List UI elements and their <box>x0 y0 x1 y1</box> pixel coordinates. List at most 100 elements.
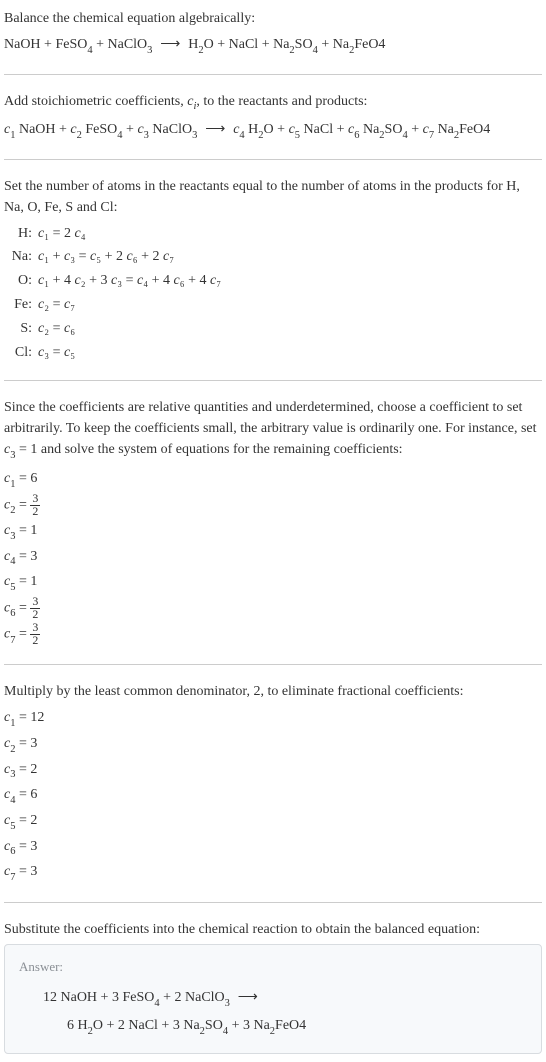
atom-equation-row: S:c₂ = c₆ <box>4 317 542 341</box>
eq2-naclo: NaClO <box>149 122 192 137</box>
coefficient-row: c3 = 2 <box>4 758 542 784</box>
eq2-c5: c <box>289 122 295 137</box>
divider <box>4 74 542 75</box>
eq2-feso4: 4 <box>117 130 122 141</box>
coefficients-2: c1 = 12c2 = 3c3 = 2c4 = 6c5 = 2c6 = 3c7 … <box>4 706 542 885</box>
ans2-sub1: 2 <box>88 1026 93 1037</box>
eq2-plus1: + <box>123 122 138 137</box>
atom-equation-row: Cl:c₃ = c₅ <box>4 341 542 365</box>
eq1-p6: + Na <box>318 37 349 52</box>
divider <box>4 664 542 665</box>
ans2-sub2: 2 <box>200 1026 205 1037</box>
divider <box>4 159 542 160</box>
eq2-onacl: O + <box>264 122 289 137</box>
coefficient-row: c1 = 12 <box>4 706 542 732</box>
eq2-s3: 3 <box>144 130 149 141</box>
eq2-s5: 5 <box>295 130 300 141</box>
equation-1: NaOH + FeSO4 + NaClO3 ⟶ H2O + NaCl + Na2… <box>4 33 542 58</box>
answer-label: Answer: <box>19 957 527 977</box>
atom-equation: c₁ + 4 c₂ + 3 c₃ = c₄ + 4 c₆ + 4 c₇ <box>38 269 542 293</box>
atom-equation: c₃ = c₅ <box>38 341 542 365</box>
eq2-s7: 7 <box>429 130 434 141</box>
eq1-sub4: 2 <box>289 45 294 56</box>
coefficient-row: c4 = 3 <box>4 545 542 571</box>
eq2-na2: 2 <box>379 130 384 141</box>
atom-label: Na: <box>4 245 38 269</box>
eq2-so: SO <box>385 122 403 137</box>
eq2-c3: c <box>137 122 143 137</box>
atom-label: Fe: <box>4 293 38 317</box>
eq2-c7: c <box>423 122 429 137</box>
eq2-s2: 2 <box>77 130 82 141</box>
atoms-equations: H:c₁ = 2 c₄Na:c₁ + c₃ = c₅ + 2 c₆ + 2 c₇… <box>4 222 542 365</box>
ans1a: 12 NaOH + 3 FeSO <box>43 990 154 1005</box>
eq1-sub2: 3 <box>147 45 152 56</box>
ans2b: O + 2 NaCl + 3 Na <box>93 1018 200 1033</box>
ans1-sub2: 3 <box>225 998 230 1009</box>
intro-5-text: Multiply by the least common denominator… <box>4 684 464 699</box>
ans2a: 6 H <box>67 1018 88 1033</box>
atom-equation: c₁ = 2 c₄ <box>38 222 542 246</box>
coefficient-row: c7 = 32 <box>4 622 542 648</box>
eq2-arrow: ⟶ <box>197 120 233 136</box>
eq1-sub6: 2 <box>349 45 354 56</box>
eq1-arrow: ⟶ <box>152 35 188 51</box>
atom-equation: c₂ = c₆ <box>38 317 542 341</box>
eq2-na2b: Na <box>434 122 454 137</box>
intro-2a: Add stoichiometric coefficients, <box>4 94 187 109</box>
eq1-p2: + NaClO <box>93 37 148 52</box>
intro-3: Set the number of atoms in the reactants… <box>4 176 542 218</box>
intro-1: Balance the chemical equation algebraica… <box>4 8 542 29</box>
coefficients-1: c1 = 6c2 = 32c3 = 1c4 = 3c5 = 1c6 = 32c7… <box>4 467 542 648</box>
ans1-sub1: 4 <box>154 998 159 1009</box>
coefficient-row: c6 = 3 <box>4 835 542 861</box>
eq2-na2c: 2 <box>454 130 459 141</box>
eq2-na: Na <box>359 122 379 137</box>
eq2-s4: 4 <box>239 130 244 141</box>
coefficient-row: c5 = 2 <box>4 809 542 835</box>
answer-body: 12 NaOH + 3 FeSO4 + 2 NaClO3 ⟶ 6 H2O + 2… <box>19 984 527 1040</box>
coefficient-row: c3 = 1 <box>4 519 542 545</box>
eq2-feso: FeSO <box>82 122 117 137</box>
coefficient-row: c6 = 32 <box>4 596 542 622</box>
ans2-sub4: 2 <box>270 1026 275 1037</box>
divider <box>4 380 542 381</box>
ans1b: + 2 NaClO <box>160 990 225 1005</box>
divider <box>4 902 542 903</box>
atom-equation: c₁ + c₃ = c₅ + 2 c₆ + 2 c₇ <box>38 245 542 269</box>
coefficient-row: c2 = 32 <box>4 493 542 519</box>
eq2-naclo3: 3 <box>192 130 197 141</box>
eq1-sub1: 4 <box>87 45 92 56</box>
equation-2: c1 NaOH + c2 FeSO4 + c3 NaClO3 ⟶ c4 H2O … <box>4 118 542 143</box>
eq2-h2: 2 <box>258 130 263 141</box>
ans-arrow: ⟶ <box>230 988 262 1004</box>
atom-equation-row: Na:c₁ + c₃ = c₅ + 2 c₆ + 2 c₇ <box>4 245 542 269</box>
intro-3-text: Set the number of atoms in the reactants… <box>4 179 520 215</box>
intro-5: Multiply by the least common denominator… <box>4 681 542 702</box>
eq1-p4: O + NaCl + Na <box>204 37 290 52</box>
atom-label: S: <box>4 317 38 341</box>
atom-label: H: <box>4 222 38 246</box>
answer-box: Answer: 12 NaOH + 3 FeSO4 + 2 NaClO3 ⟶ 6… <box>4 944 542 1054</box>
ans2d: + 3 Na <box>228 1018 270 1033</box>
ans2-sub3: 4 <box>223 1026 228 1037</box>
eq2-naclna: NaCl + <box>300 122 348 137</box>
intro-1-text: Balance the chemical equation algebraica… <box>4 11 255 26</box>
eq2-s1: 1 <box>10 130 15 141</box>
atom-label: O: <box>4 269 38 293</box>
eq2-naoh: NaOH + <box>15 122 70 137</box>
eq1-p1: NaOH + FeSO <box>4 37 87 52</box>
intro-4b: = 1 and solve the system of equations fo… <box>15 442 402 457</box>
eq2-plus2: + <box>408 122 423 137</box>
atom-equation-row: Fe:c₂ = c₇ <box>4 293 542 317</box>
atom-equation: c₂ = c₇ <box>38 293 542 317</box>
eq2-c2: c <box>70 122 76 137</box>
eq2-h: H <box>245 122 259 137</box>
eq1-sub3: 2 <box>198 45 203 56</box>
eq1-sub5: 4 <box>313 45 318 56</box>
eq2-feo4: FeO4 <box>459 122 490 137</box>
intro-2-i: i <box>193 101 196 112</box>
coefficient-row: c5 = 1 <box>4 570 542 596</box>
answer-line-2: 6 H2O + 2 NaCl + 3 Na2SO4 + 3 Na2FeO4 <box>43 1013 527 1041</box>
intro-4a: Since the coefficients are relative quan… <box>4 400 537 436</box>
